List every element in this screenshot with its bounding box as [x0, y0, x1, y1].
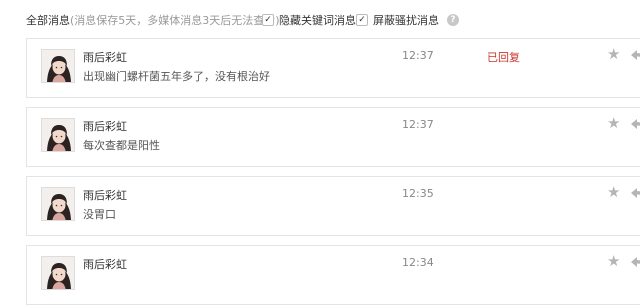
star-icon[interactable]: ★	[607, 185, 620, 200]
message-time: 12:35	[402, 187, 434, 200]
avatar[interactable]	[41, 187, 75, 221]
star-icon[interactable]: ★	[607, 47, 620, 62]
message-row[interactable]: 雨后彩虹 12:34 ★	[26, 245, 640, 305]
message-text: 出现幽门螺杆菌五年多了，没有根治好	[83, 70, 270, 83]
avatar[interactable]	[41, 256, 75, 290]
page-title: 全部消息(消息保存5天，多媒体消息3天后无法查看)	[26, 12, 280, 28]
sender-name[interactable]: 雨后彩虹	[83, 49, 127, 65]
message-time: 12:37	[402, 49, 434, 62]
reply-icon[interactable]	[631, 118, 640, 130]
message-row[interactable]: 雨后彩虹 每次查都是阳性 12:37 ★	[26, 107, 640, 167]
retention-note: (消息保存5天，多媒体消息3天后无法查看)	[70, 14, 280, 27]
message-filter-bar: 全部消息(消息保存5天，多媒体消息3天后无法查看) ✓ 隐藏关键词消息 ✓ 屏蔽…	[0, 0, 640, 36]
question-circle-icon[interactable]: ?	[447, 14, 459, 26]
star-icon[interactable]: ★	[607, 254, 620, 269]
message-time: 12:34	[402, 256, 434, 269]
avatar[interactable]	[41, 49, 75, 83]
hide-keyword-messages-checkbox[interactable]: ✓ 隐藏关键词消息	[262, 12, 356, 28]
sender-name[interactable]: 雨后彩虹	[83, 256, 127, 272]
reply-icon[interactable]	[631, 187, 640, 199]
block-spam-messages-label: 屏蔽骚扰消息	[373, 14, 439, 27]
block-spam-messages-checkbox[interactable]: ✓ 屏蔽骚扰消息 ?	[356, 12, 459, 28]
message-row[interactable]: 雨后彩虹 没胃口 12:35 ★	[26, 176, 640, 236]
message-text: 每次查都是阳性	[83, 139, 160, 152]
checkbox-checked-icon[interactable]: ✓	[262, 14, 274, 26]
page-title-text: 全部消息	[26, 14, 70, 27]
message-time: 12:37	[402, 118, 434, 131]
hide-keyword-messages-label: 隐藏关键词消息	[279, 14, 356, 27]
avatar[interactable]	[41, 118, 75, 152]
checkbox-checked-icon[interactable]: ✓	[356, 14, 368, 26]
status-badge: 已回复	[487, 51, 520, 64]
message-row[interactable]: 雨后彩虹 出现幽门螺杆菌五年多了，没有根治好 12:37 已回复 ★	[26, 38, 640, 98]
sender-name[interactable]: 雨后彩虹	[83, 187, 127, 203]
sender-name[interactable]: 雨后彩虹	[83, 118, 127, 134]
reply-icon[interactable]	[631, 256, 640, 268]
message-text: 没胃口	[83, 208, 116, 221]
star-icon[interactable]: ★	[607, 116, 620, 131]
reply-icon[interactable]	[631, 49, 640, 61]
